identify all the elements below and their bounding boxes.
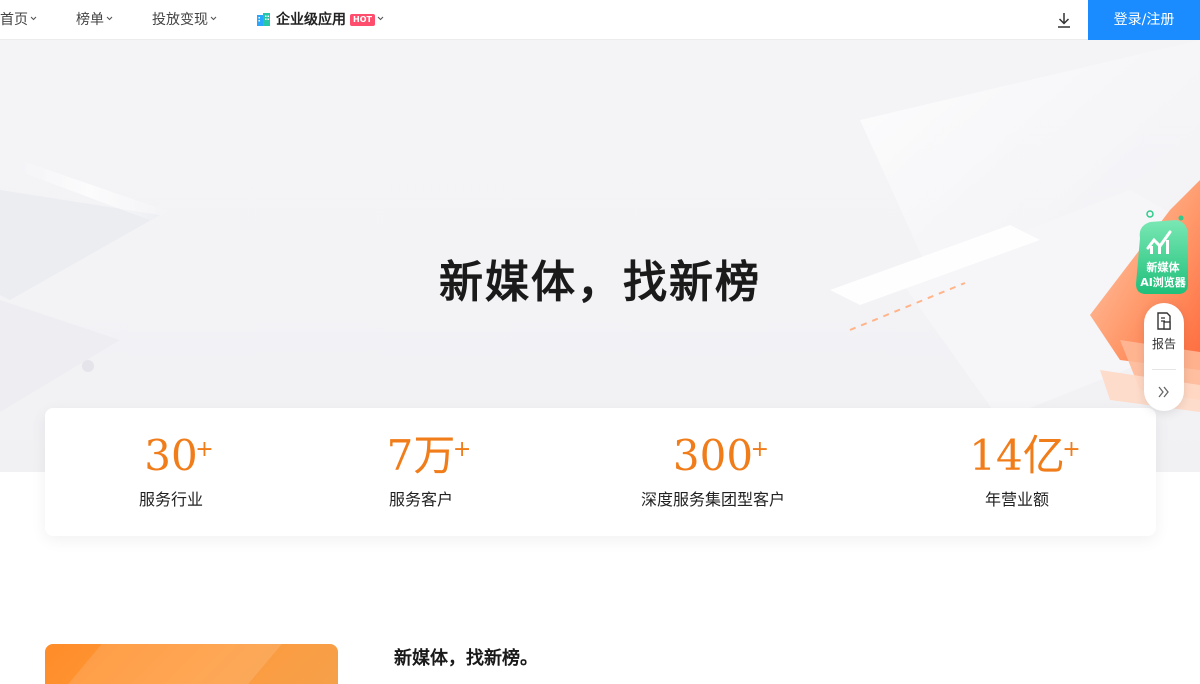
stat-item: 7万 + 服务客户 — [386, 428, 472, 510]
stat-number: 30 — [144, 431, 198, 480]
stat-item: 30 + 服务行业 — [138, 428, 214, 510]
report-button[interactable]: 报告 — [1144, 311, 1184, 361]
stat-item: 300 + 深度服务集团型客户 — [641, 428, 785, 510]
download-icon[interactable] — [1052, 9, 1076, 31]
top-navigation: 首页 榜单 投放变现 企业级应用 HOT 登录/注册 — [0, 0, 1200, 40]
report-icon — [1144, 311, 1184, 331]
stats-card: 30 + 服务行业 7万 + 服务客户 300 + 深度服务集团型客户 14亿 + 年营… — [45, 408, 1156, 536]
stat-plus: + — [452, 437, 472, 462]
stat-item: 14亿 + 年营业额 — [969, 428, 1080, 510]
nav-item-ads[interactable]: 投放变现 — [152, 0, 217, 39]
stat-number: 300 — [672, 431, 754, 480]
nav-item-label: 首页 — [0, 12, 28, 28]
stat-label: 年营业额 — [984, 490, 1050, 509]
login-register-button[interactable]: 登录/注册 — [1088, 0, 1200, 40]
ai-browser-label: 新媒体 AI浏览器 — [1134, 260, 1192, 290]
nav-item-label: 榜单 — [76, 12, 104, 28]
stat-number: 7万 — [386, 431, 456, 480]
ai-browser-line1: 新媒体 — [1146, 261, 1180, 274]
ai-browser-line2: AI浏览器 — [1140, 276, 1186, 289]
stat-label: 服务行业 — [138, 490, 204, 509]
enterprise-label: 企业级应用 — [276, 12, 346, 28]
stat-value: 7万 + — [386, 428, 472, 484]
hero-title: 新媒体，找新榜 — [439, 257, 761, 308]
hot-badge: HOT — [350, 14, 375, 26]
chevron-down-icon — [377, 16, 384, 21]
chevron-down-icon — [210, 16, 217, 21]
double-chevron-right-icon[interactable] — [1144, 379, 1184, 405]
divider — [1152, 369, 1176, 370]
stat-value: 14亿 + — [969, 428, 1080, 484]
nav-item-home[interactable]: 首页 — [0, 0, 37, 39]
stat-plus: + — [195, 437, 214, 462]
report-label: 报告 — [1151, 337, 1176, 351]
stat-value: 30 + — [144, 428, 213, 484]
stat-value: 300 + — [672, 428, 769, 484]
stat-label: 深度服务集团型客户 — [640, 490, 786, 509]
side-toolbar: 报告 — [1144, 303, 1184, 411]
promo-stripe — [51, 644, 299, 684]
stat-number: 14亿 — [969, 431, 1065, 480]
nav-item-enterprise[interactable]: 企业级应用 HOT — [256, 0, 384, 39]
building-icon — [256, 3, 272, 43]
stat-plus: + — [750, 437, 770, 462]
ai-browser-widget[interactable]: 新媒体 AI浏览器 — [1134, 208, 1192, 298]
promo-image-card — [45, 644, 338, 684]
stat-label: 服务客户 — [388, 490, 454, 509]
section-title: 新媒体，找新榜。 — [394, 648, 538, 669]
chevron-down-icon — [30, 16, 37, 21]
nav-item-rankings[interactable]: 榜单 — [76, 0, 113, 39]
stat-plus: + — [1062, 437, 1081, 462]
chevron-down-icon — [106, 16, 113, 21]
nav-item-label: 投放变现 — [152, 12, 208, 28]
